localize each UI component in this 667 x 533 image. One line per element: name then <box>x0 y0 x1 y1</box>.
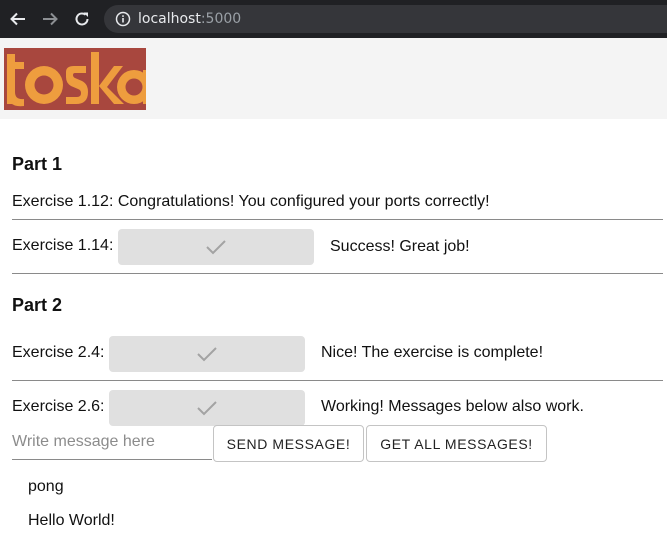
exercise-1-14-label: Exercise 1.14: <box>12 237 114 254</box>
exercise-2-4-check-button[interactable] <box>109 336 305 372</box>
exercise-1-12-text: Exercise 1.12: Congratulations! You conf… <box>12 193 490 210</box>
part1-heading: Part 1 <box>12 154 63 174</box>
info-icon <box>115 11 131 27</box>
message-input-wrapper <box>12 425 212 460</box>
exercise-2-4-message: Nice! The exercise is complete! <box>321 344 544 361</box>
url-host: localhost <box>138 11 201 27</box>
divider <box>12 380 663 381</box>
exercise-1-14-check-button[interactable] <box>118 229 314 265</box>
checkmark-icon <box>197 347 217 362</box>
exercise-1-14-message: Success! Great job! <box>330 238 470 255</box>
divider <box>12 273 663 274</box>
exercise-2-6-message: Working! Messages below also work. <box>321 398 584 415</box>
send-message-button[interactable]: SEND MESSAGE! <box>213 425 364 462</box>
arrow-left-icon <box>10 12 25 26</box>
divider <box>12 219 663 220</box>
reload-button[interactable] <box>71 8 93 30</box>
message-item: Hello World! <box>28 512 115 529</box>
part2-heading: Part 2 <box>12 295 63 315</box>
url-text: localhost:5000 <box>138 11 241 27</box>
browser-toolbar: localhost:5000 <box>0 0 667 38</box>
message-item: pong <box>28 478 64 495</box>
forward-button[interactable] <box>39 8 61 30</box>
exercise-2-6-check-button[interactable] <box>109 390 305 426</box>
url-port: :5000 <box>200 11 242 27</box>
exercise-2-4-label: Exercise 2.4: <box>12 344 105 361</box>
reload-icon <box>75 12 89 26</box>
checkmark-icon <box>197 401 217 416</box>
checkmark-icon <box>206 240 226 255</box>
address-bar[interactable]: localhost:5000 <box>104 5 667 33</box>
message-input[interactable] <box>12 425 212 459</box>
get-all-messages-button[interactable]: GET ALL MESSAGES! <box>366 425 547 462</box>
exercise-2-6-label: Exercise 2.6: <box>12 398 105 415</box>
arrow-right-icon <box>43 12 58 26</box>
site-header <box>0 38 667 119</box>
back-button[interactable] <box>7 8 29 30</box>
toska-logo <box>4 48 146 110</box>
